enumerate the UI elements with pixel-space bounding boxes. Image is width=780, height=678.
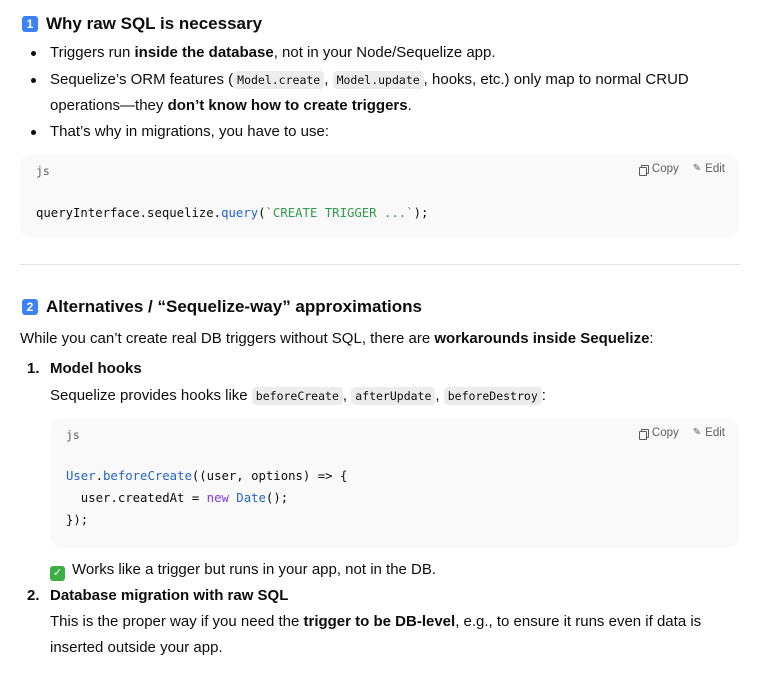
code-token: query: [221, 206, 259, 220]
list-item-text: Sequelize’s ORM features (Model.create , …: [50, 67, 689, 119]
text: ,: [435, 387, 444, 404]
intro-paragraph: While you can’t create real DB triggers …: [20, 326, 654, 352]
code-token: .: [95, 469, 104, 483]
section-heading-alternatives: 2 Alternatives / “Sequelize-way” approxi…: [22, 297, 422, 317]
section-title: Why raw SQL is necessary: [46, 14, 263, 33]
copy-label: Copy: [651, 427, 679, 439]
code-token: Date: [236, 491, 266, 505]
code-token: new: [206, 491, 229, 505]
code-token: });: [66, 513, 89, 527]
code-token: `CREATE TRIGGER ...`: [265, 206, 414, 220]
edit-button[interactable]: ✎ Edit: [693, 163, 725, 175]
code-block: js Copy ✎ Edit queryInterface.sequelize.…: [20, 154, 739, 238]
list-item: Sequelize’s ORM features (Model.create , …: [22, 67, 742, 119]
code-language-label: js: [36, 164, 50, 178]
divider: [20, 264, 740, 265]
text: :: [649, 330, 654, 347]
text: Sequelize provides hooks like: [50, 387, 252, 404]
code-token: user.createdAt =: [66, 491, 207, 505]
bold-text: inside the database: [134, 44, 274, 61]
list-number: 1.: [27, 360, 40, 377]
text: , hooks, etc.) only map to normal CRUD: [423, 71, 689, 88]
copy-icon: [638, 164, 649, 176]
list-item-text: Triggers run inside the database, not in…: [50, 40, 496, 66]
list-item-title: Model hooks: [50, 360, 142, 377]
code-text[interactable]: queryInterface.sequelize.query(`CREATE T…: [36, 202, 428, 224]
list-item: That’s why in migrations, you have to us…: [22, 119, 742, 145]
code-toolbar: Copy ✎ Edit: [638, 427, 725, 440]
code-token: (: [258, 206, 266, 220]
pencil-icon: ✎: [692, 427, 702, 438]
list-item-description: This is the proper way if you need the t…: [50, 609, 701, 661]
text: ,: [342, 387, 352, 404]
bullet-dot-icon: [31, 51, 36, 56]
inline-code: Model.update: [332, 71, 424, 89]
section-title: Alternatives / “Sequelize-way” approxima…: [46, 297, 423, 316]
bold-text: don’t know how to create triggers: [167, 97, 408, 114]
list-item: Triggers run inside the database, not in…: [22, 40, 742, 66]
list-item-title: Database migration with raw SQL: [50, 587, 289, 604]
code-token: queryInterface.sequelize.: [36, 206, 222, 220]
list-number: 2.: [27, 587, 40, 604]
code-token: ((user, options) => {: [191, 469, 348, 483]
text: Works like a trigger but runs in your ap…: [72, 561, 437, 578]
code-toolbar: Copy ✎ Edit: [638, 163, 725, 176]
section-heading-why-raw-sql: 1 Why raw SQL is necessary: [22, 14, 262, 34]
code-language-label: js: [66, 428, 80, 442]
bold-text: workarounds inside Sequelize: [434, 330, 650, 347]
inline-code: beforeDestroy: [443, 387, 542, 405]
text: This is the proper way if you need the: [50, 613, 304, 630]
edit-button[interactable]: ✎ Edit: [693, 427, 725, 439]
list-item-description: Sequelize provides hooks like beforeCrea…: [50, 383, 546, 409]
check-note: ✓ Works like a trigger but runs in your a…: [50, 557, 436, 583]
bullet-dot-icon: [31, 78, 36, 83]
keycap-1-icon: 1: [22, 16, 38, 32]
edit-label: Edit: [705, 427, 725, 439]
code-token: beforeCreate: [103, 469, 192, 483]
text: Sequelize’s ORM features (: [50, 71, 234, 88]
edit-label: Edit: [705, 163, 725, 175]
bold-text: trigger to be DB-level: [303, 613, 456, 630]
pencil-icon: ✎: [692, 163, 702, 174]
text: , not in your Node/Sequelize app.: [273, 44, 496, 61]
code-token: ();: [265, 491, 289, 505]
code-text[interactable]: User.beforeCreate((user, options) => { u…: [66, 465, 347, 531]
inline-code: beforeCreate: [251, 387, 343, 405]
text: ,: [324, 71, 333, 88]
text: , e.g., to ensure it runs even if data i…: [455, 613, 702, 630]
copy-button[interactable]: Copy: [638, 163, 679, 176]
text: Triggers run: [50, 44, 135, 61]
text: While you can’t create real DB triggers …: [20, 330, 435, 347]
list-item-text: That’s why in migrations, you have to us…: [50, 123, 330, 140]
text: .: [407, 97, 412, 114]
code-block: js Copy ✎ Edit User.beforeCreate((user, …: [50, 418, 739, 548]
check-mark-icon: ✓: [50, 566, 65, 581]
copy-button[interactable]: Copy: [638, 427, 679, 440]
text: operations—they: [50, 97, 168, 114]
code-token: User: [66, 469, 96, 483]
code-token: );: [413, 206, 429, 220]
text: :: [541, 387, 546, 404]
keycap-2-icon: 2: [22, 299, 38, 315]
copy-icon: [638, 428, 649, 440]
inline-code: afterUpdate: [351, 387, 436, 405]
bullet-dot-icon: [31, 130, 36, 135]
text: inserted outside your app.: [50, 639, 223, 656]
inline-code: Model.create: [233, 71, 325, 89]
copy-label: Copy: [651, 163, 679, 175]
